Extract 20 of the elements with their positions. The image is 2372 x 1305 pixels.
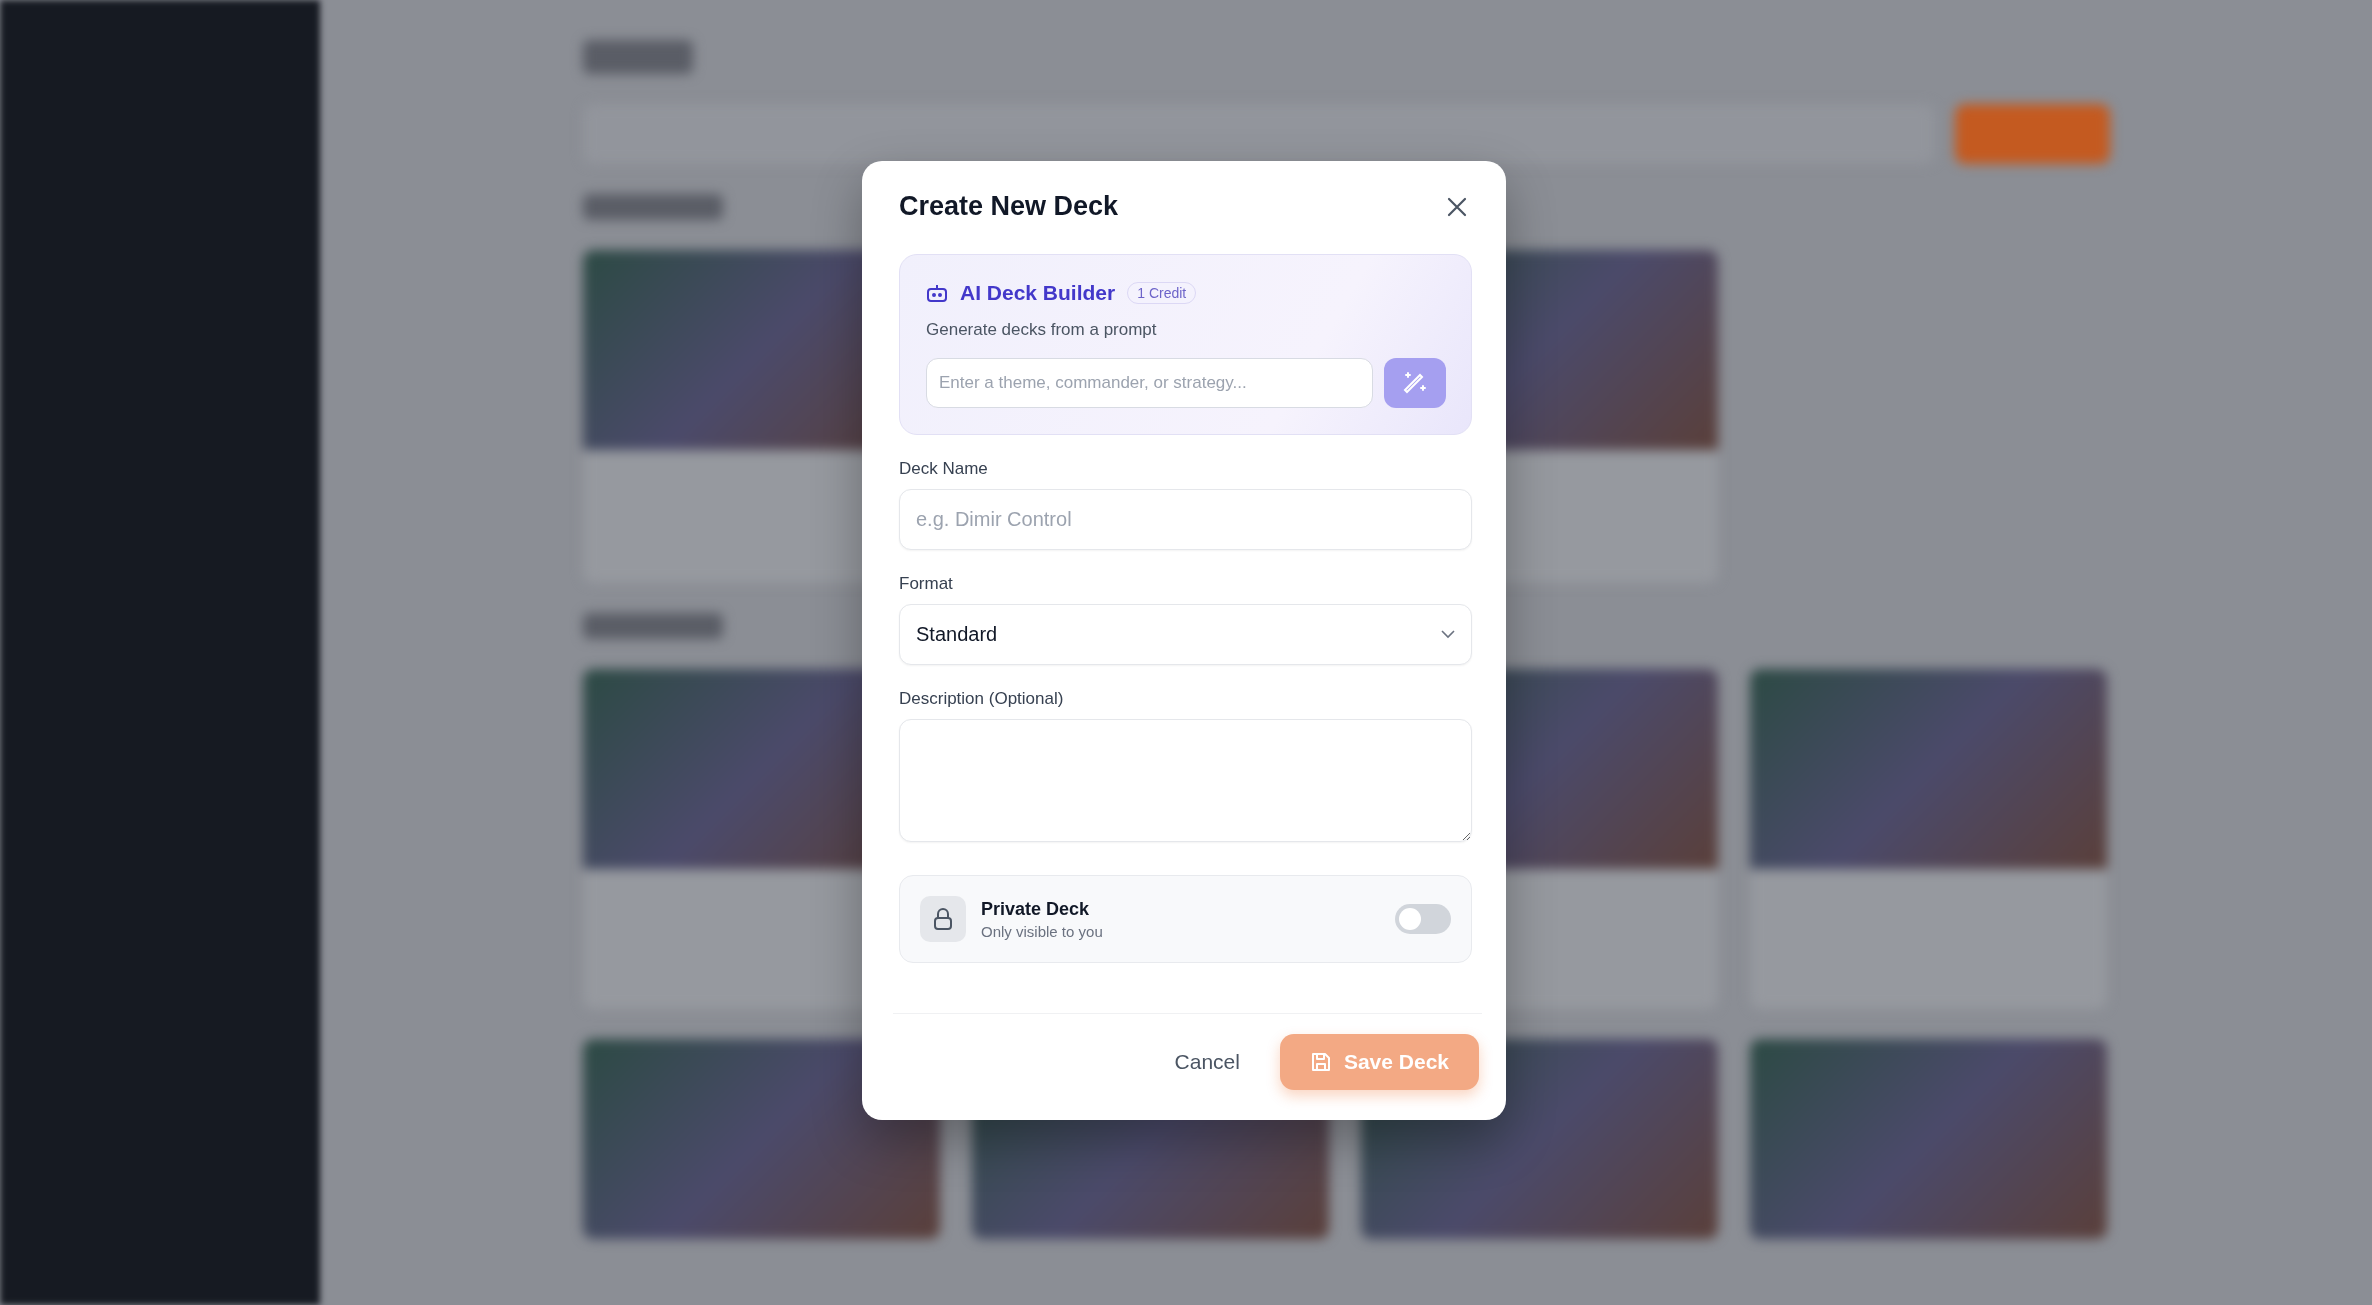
lock-icon — [920, 896, 966, 942]
credit-badge: 1 Credit — [1127, 282, 1197, 304]
private-toggle[interactable] — [1395, 904, 1451, 934]
robot-icon — [926, 283, 948, 303]
dialog-title: Create New Deck — [899, 191, 1119, 222]
ai-builder-title: AI Deck Builder — [960, 281, 1116, 305]
deck-name-input[interactable]: e.g. Dimir Control — [899, 489, 1472, 550]
generate-button[interactable] — [1384, 358, 1446, 408]
private-deck-title: Private Deck — [981, 898, 1091, 920]
private-deck-subtitle: Only visible to you — [981, 922, 1104, 940]
cancel-button[interactable]: Cancel — [1174, 1038, 1240, 1086]
prompt-input[interactable]: Enter a theme, commander, or strategy... — [926, 358, 1373, 408]
magic-wand-icon — [1402, 370, 1428, 396]
close-icon — [1446, 195, 1468, 218]
field-label: Format — [899, 574, 954, 594]
format-select[interactable]: Standard — [899, 604, 1472, 665]
field-label: Deck Name — [899, 459, 989, 479]
ai-builder-subtitle: Generate decks from a prompt — [926, 320, 1158, 340]
field-label: Description (Optional) — [899, 689, 1065, 709]
chevron-down-icon — [1441, 630, 1455, 639]
